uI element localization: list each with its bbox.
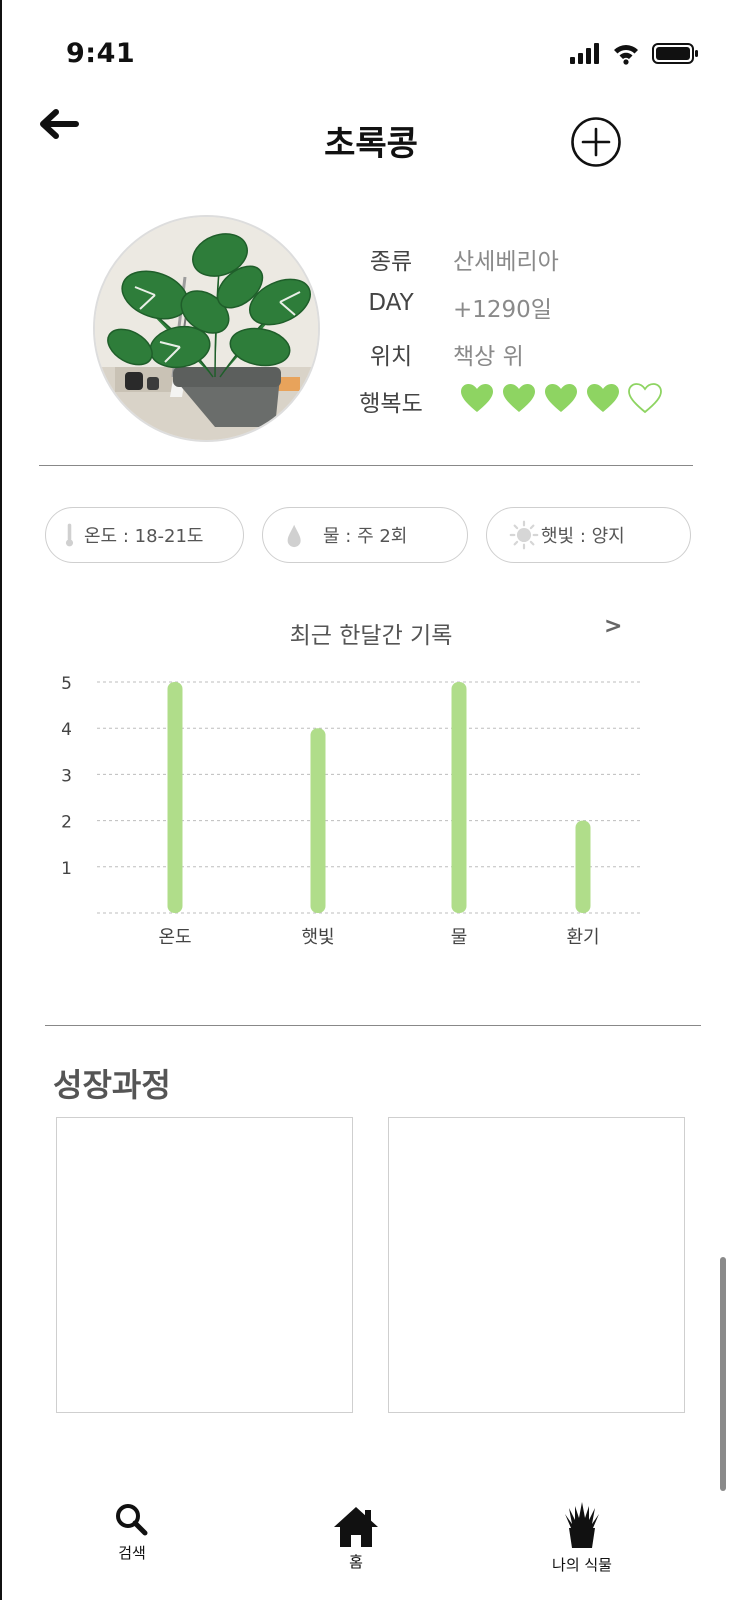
- info-label-happiness: 행복도: [359, 391, 423, 417]
- monstera-plant-image: [95, 217, 318, 440]
- y-tick-label: 1: [61, 859, 72, 879]
- chart-bar: [575, 820, 591, 913]
- water-chip[interactable]: 물 : 주 2회: [262, 507, 468, 563]
- chart-bar: [167, 682, 183, 913]
- tab-my-plants-label: 나의 식물: [552, 1556, 612, 1574]
- signal-icon: [570, 43, 599, 64]
- chart-bar: [310, 728, 326, 913]
- tab-home-label: 홈: [349, 1553, 363, 1571]
- temperature-chip[interactable]: 온도 : 18-21도: [45, 507, 244, 563]
- scrollbar[interactable]: [720, 1257, 726, 1491]
- page-title: 초록콩: [324, 124, 418, 164]
- y-tick-label: 2: [61, 813, 72, 833]
- growth-photo-slot[interactable]: [56, 1117, 353, 1413]
- happiness-hearts: [460, 382, 662, 414]
- tab-my-plants[interactable]: 나의 식물: [512, 1500, 652, 1575]
- water-chip-label: 물 : 주 2회: [323, 526, 408, 547]
- y-tick-label: 4: [61, 720, 72, 740]
- heart-filled-icon: [545, 384, 577, 412]
- divider: [45, 1025, 701, 1026]
- x-tick-label: 환기: [566, 927, 599, 948]
- add-plus-icon[interactable]: [570, 116, 622, 168]
- search-icon: [116, 1504, 148, 1536]
- info-label-type: 종류: [369, 249, 413, 275]
- info-value-type: 산세베리아: [453, 249, 559, 275]
- sun-icon: [509, 520, 539, 550]
- y-tick-label: 5: [61, 674, 72, 694]
- records-bar-chart: 1 2 3 4 5 온도 햇빛 물 환기: [61, 674, 640, 948]
- y-tick-label: 3: [61, 766, 72, 786]
- plant-avatar: [93, 215, 320, 442]
- status-time: 9:41: [66, 38, 136, 69]
- thermometer-icon: [65, 523, 74, 547]
- heart-filled-icon: [587, 384, 619, 412]
- temperature-chip-label: 온도 : 18-21도: [84, 526, 204, 547]
- home-icon: [334, 1507, 378, 1547]
- heart-filled-icon: [503, 384, 535, 412]
- chart-title: 최근 한달간 기록: [289, 623, 453, 649]
- heart-filled-icon: [461, 384, 493, 412]
- divider: [39, 465, 693, 466]
- tab-search[interactable]: 검색: [62, 1500, 202, 1563]
- growth-section-title: 성장과정: [53, 1066, 171, 1104]
- tab-search-label: 검색: [118, 1544, 146, 1562]
- plant-icon: [565, 1502, 599, 1548]
- sunlight-chip-label: 햇빛 : 양지: [541, 526, 625, 547]
- chart-more-link[interactable]: >: [604, 614, 622, 639]
- info-label-location: 위치: [369, 344, 413, 370]
- chart-bar: [451, 682, 467, 913]
- water-drop-icon: [287, 524, 301, 548]
- info-value-day: +1290일: [453, 297, 552, 323]
- status-icons: [570, 43, 698, 65]
- growth-photo-slot[interactable]: [388, 1117, 685, 1413]
- left-edge-border: [0, 0, 2, 1600]
- sunlight-chip[interactable]: 햇빛 : 양지: [486, 507, 691, 563]
- heart-empty-icon: [628, 383, 662, 414]
- x-tick-label: 햇빛: [301, 927, 334, 948]
- x-tick-label: 온도: [158, 927, 191, 948]
- info-label-day: DAY: [368, 290, 414, 316]
- x-tick-label: 물: [451, 927, 468, 948]
- info-value-location: 책상 위: [453, 344, 524, 370]
- battery-icon: [652, 43, 698, 64]
- tab-home[interactable]: 홈: [286, 1505, 426, 1572]
- wifi-icon: [614, 45, 638, 65]
